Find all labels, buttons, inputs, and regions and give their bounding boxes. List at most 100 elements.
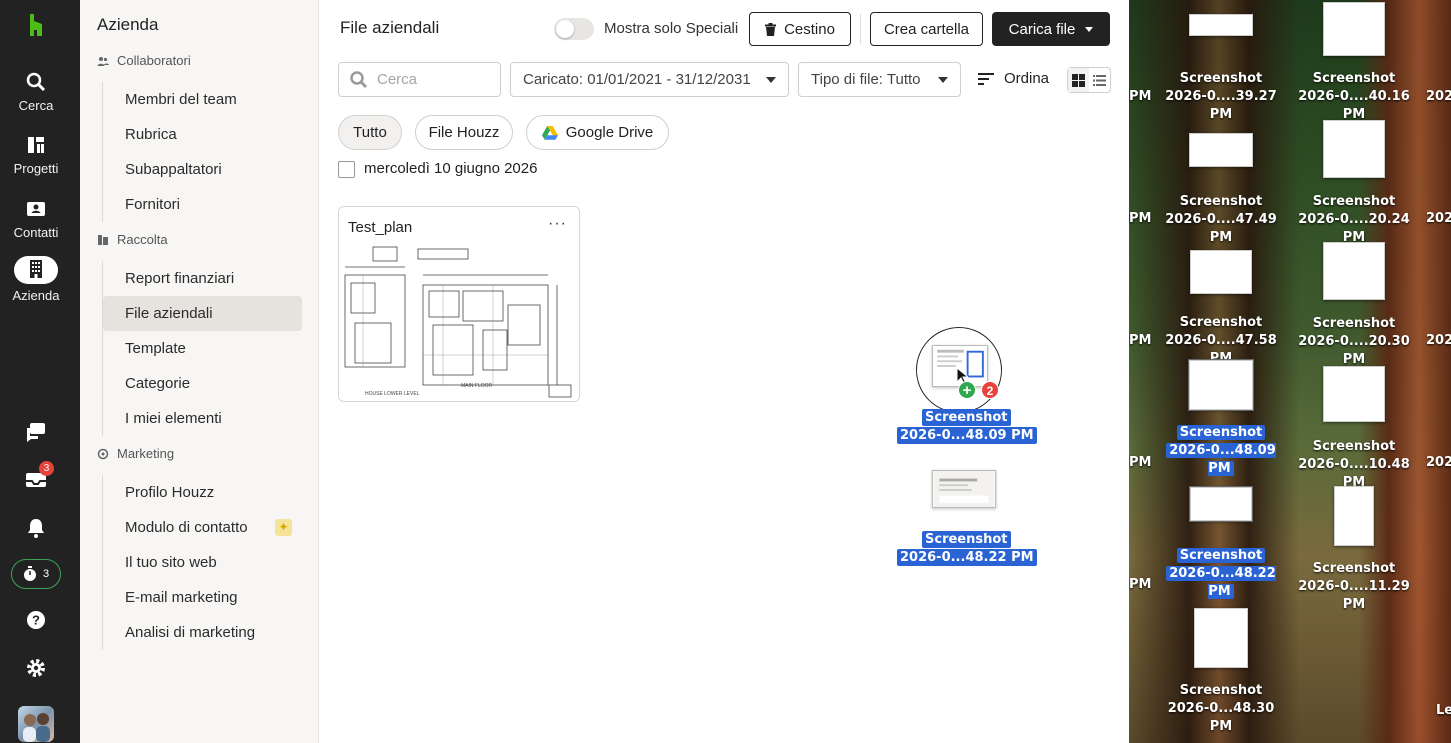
- timer-button[interactable]: 3: [11, 559, 61, 589]
- sidebar-item-company-files[interactable]: File aziendali: [103, 296, 302, 331]
- desktop-file-icon[interactable]: Screenshot 2026-0....47.58 PM: [1156, 250, 1286, 368]
- houzz-logo-icon[interactable]: [26, 14, 46, 36]
- select-date-group-checkbox[interactable]: [338, 161, 355, 178]
- rail-nav-projects[interactable]: Progetti: [0, 134, 72, 176]
- inbox-badge: 3: [39, 461, 54, 476]
- file-thumbnail: [1189, 486, 1253, 522]
- sidebar-item-website[interactable]: Il tuo sito web: [103, 545, 302, 580]
- file-type-dropdown[interactable]: Tipo di file: Tutto: [798, 62, 961, 97]
- list-view-button[interactable]: [1089, 68, 1110, 92]
- sidebar-item-houzz-profile[interactable]: Profilo Houzz: [103, 475, 302, 510]
- chip-houzz-files[interactable]: File Houzz: [415, 115, 513, 150]
- section-collection: Raccolta: [97, 232, 168, 247]
- inbox-button[interactable]: 3: [24, 461, 54, 493]
- grid-icon: [1072, 73, 1085, 87]
- desktop-file-icon[interactable]: Screenshot 2026-0....10.48 PM: [1289, 366, 1419, 492]
- company-sidebar: Azienda Collaboratori Membri del team Ru…: [80, 0, 319, 743]
- file-type-value: Tipo di file: Tutto: [811, 71, 921, 88]
- sidebar-item-categories[interactable]: Categorie: [103, 366, 302, 401]
- desktop-file-icon-selected[interactable]: Screenshot 2026-0...48.09 PM: [1156, 359, 1286, 478]
- avatar-photo-icon: [23, 713, 50, 742]
- google-drive-icon: [541, 125, 558, 140]
- sparkle-icon: ✦: [275, 519, 292, 536]
- sidebar-item-marketing-analytics[interactable]: Analisi di marketing: [103, 615, 302, 650]
- toggle-knob: [556, 20, 574, 38]
- chip-google-drive[interactable]: Google Drive: [526, 115, 669, 150]
- dragged-screenshot-thumbnail: [932, 470, 996, 508]
- rail-nav-label: Contatti: [13, 225, 59, 240]
- featured-only-toggle[interactable]: [554, 18, 594, 40]
- rail-nav-label: Azienda: [12, 288, 60, 303]
- marketing-icon: [97, 448, 109, 459]
- desktop-file-icon-selected[interactable]: Screenshot 2026-0...48.22 PM: [1156, 486, 1286, 601]
- sidebar-item-subcontractors[interactable]: Subappaltatori: [103, 152, 302, 187]
- file-label: Screenshot 2026-0....20.24 PM: [1298, 194, 1410, 245]
- file-thumbnail: [1323, 242, 1385, 300]
- plan-caption: HOUSE LOWER LEVEL: [365, 391, 420, 397]
- section-label: Collaboratori: [117, 53, 191, 68]
- caret-down-icon: [766, 77, 776, 83]
- sidebar-item-team-members[interactable]: Membri del team: [103, 82, 302, 117]
- file-label: Screenshot 2026-0...48.09 PM: [1156, 424, 1286, 478]
- company-icon: [30, 260, 42, 278]
- desktop-file-icon[interactable]: Screenshot 2026-0....20.24 PM: [1289, 120, 1419, 247]
- bell-icon[interactable]: [24, 516, 48, 540]
- more-options-icon[interactable]: ···: [548, 215, 567, 233]
- file-label: Screenshot 2026-0....40.16 PM: [1298, 71, 1410, 122]
- file-label: Screenshot 2026-0....20.30 PM: [1298, 316, 1410, 367]
- search-icon: [26, 72, 46, 92]
- file-thumbnail: [1189, 133, 1253, 167]
- desktop-file-icon[interactable]: Screenshot 2026-0....20.30 PM: [1289, 242, 1419, 369]
- upload-file-button[interactable]: Carica file: [992, 12, 1110, 46]
- sort-label: Ordina: [1004, 70, 1050, 87]
- file-thumbnail: [1189, 14, 1253, 36]
- user-avatar[interactable]: [18, 706, 54, 742]
- rail-nav-company[interactable]: Azienda: [0, 256, 72, 303]
- toolbar-divider: [860, 14, 861, 44]
- trash-button-label: Cestino: [784, 20, 835, 38]
- rail-nav-active-pill: [14, 256, 58, 284]
- desktop-file-icon[interactable]: Screenshot 2026-0....11.29 PM: [1289, 486, 1419, 614]
- create-folder-button[interactable]: Crea cartella: [870, 12, 983, 46]
- sidebar-item-contact-form[interactable]: Modulo di contatto ✦: [103, 510, 302, 545]
- settings-gear-icon[interactable]: [24, 656, 48, 680]
- sort-button[interactable]: Ordina: [978, 70, 1049, 87]
- chat-icon[interactable]: [24, 420, 48, 444]
- projects-icon: [28, 137, 44, 153]
- desktop-edge-label: PM: [1129, 211, 1152, 226]
- rail-nav-contacts[interactable]: Contatti: [0, 198, 72, 240]
- sidebar-item-financial-reports[interactable]: Report finanziari: [103, 261, 302, 296]
- date-filter-dropdown[interactable]: Caricato: 01/01/2021 - 31/12/2031: [510, 62, 789, 97]
- collaborators-group: Membri del team Rubrica Subappaltatori F…: [102, 82, 310, 222]
- date-filter-value: Caricato: 01/01/2021 - 31/12/2031: [523, 71, 751, 88]
- file-card[interactable]: Test_plan ··· HOUSE LOWER LEVEL MAIN FLO…: [338, 206, 580, 402]
- sidebar-item-templates[interactable]: Template: [103, 331, 302, 366]
- chip-all[interactable]: Tutto: [338, 115, 402, 150]
- sidebar-item-suppliers[interactable]: Fornitori: [103, 187, 302, 222]
- desktop-file-icon[interactable]: Screenshot 2026-0....40.16 PM: [1289, 2, 1419, 124]
- search-input[interactable]: [377, 71, 487, 88]
- desktop-edge-label: 202: [1426, 455, 1451, 470]
- grid-view-button[interactable]: [1068, 68, 1089, 92]
- trash-button[interactable]: Cestino: [749, 12, 851, 46]
- rail-nav-search[interactable]: Cerca: [0, 71, 72, 113]
- library-icon: [98, 234, 108, 245]
- search-icon: [350, 70, 368, 88]
- help-icon[interactable]: ?: [24, 608, 48, 632]
- section-marketing: Marketing: [97, 446, 174, 461]
- desktop-file-icon[interactable]: Screenshot 2026-0...48.30 PM: [1156, 608, 1286, 736]
- featured-only-label: Mostra solo Speciali: [604, 20, 739, 37]
- plan-caption: MAIN FLOOR: [461, 383, 493, 389]
- search-field[interactable]: [338, 62, 501, 97]
- chip-label: Google Drive: [565, 124, 654, 141]
- sidebar-item-address-book[interactable]: Rubrica: [103, 117, 302, 152]
- desktop-edge-label: 202: [1426, 333, 1451, 348]
- floor-plan-thumbnail: HOUSE LOWER LEVEL MAIN FLOOR: [343, 245, 577, 401]
- sidebar-item-label: Modulo di contatto: [125, 519, 248, 536]
- sidebar-item-my-items[interactable]: I miei elementi: [103, 401, 302, 436]
- file-name: Test_plan: [348, 219, 413, 236]
- sidebar-item-email-marketing[interactable]: E-mail marketing: [103, 580, 302, 615]
- desktop-file-icon[interactable]: Screenshot 2026-0....39.27 PM: [1156, 14, 1286, 124]
- copy-plus-icon: +: [958, 381, 976, 399]
- desktop-file-icon[interactable]: Screenshot 2026-0....47.49 PM: [1156, 133, 1286, 247]
